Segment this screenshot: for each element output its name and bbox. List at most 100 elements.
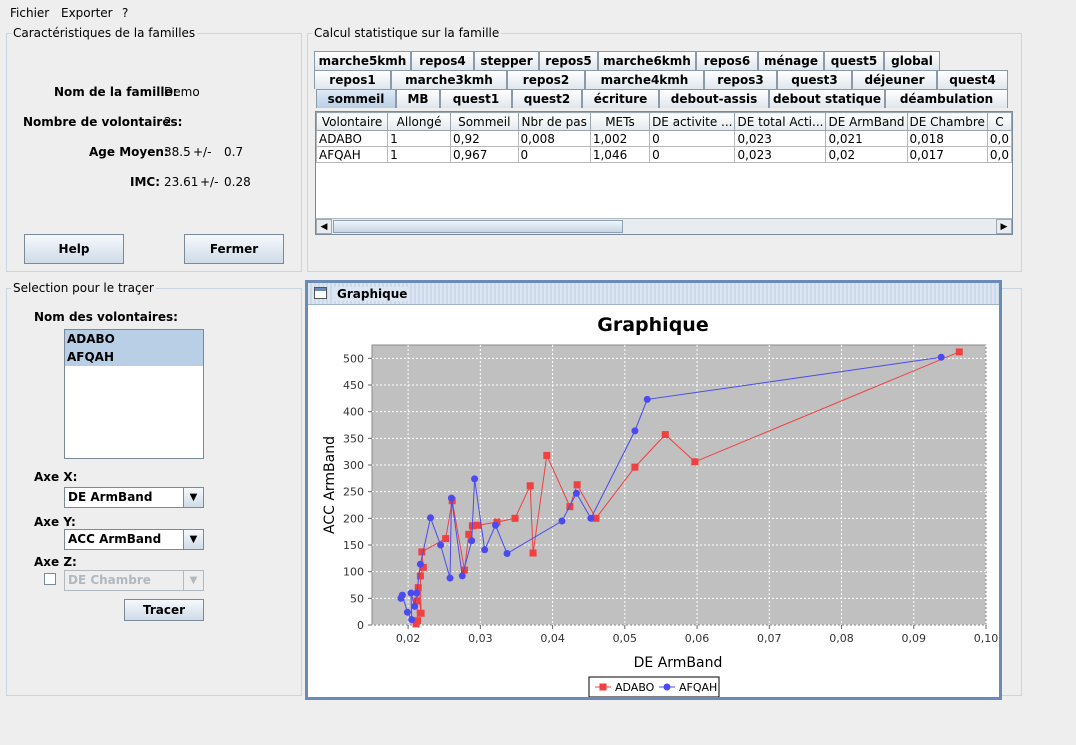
col-header[interactable]: Sommeil xyxy=(450,112,519,131)
table-row[interactable]: AFQAH 1 0,967 0 1,046 0 0,023 0,02 0,017… xyxy=(315,146,1013,163)
table-row[interactable]: ADABO 1 0,92 0,008 1,002 0 0,023 0,021 0… xyxy=(315,130,1013,147)
tab-quest3[interactable]: quest3 xyxy=(777,70,852,89)
list-item[interactable]: AFQAH xyxy=(65,348,203,366)
table-horizontal-scrollbar[interactable]: ◀ ▶ xyxy=(316,218,1012,234)
tab-dejeuner[interactable]: déjeuner xyxy=(852,70,937,89)
tab-menage[interactable]: ménage xyxy=(758,51,824,70)
table-cell[interactable]: AFQAH xyxy=(315,146,389,163)
tab-repos5[interactable]: repos5 xyxy=(539,51,598,70)
plot-area xyxy=(371,344,987,626)
menu-help[interactable]: ? xyxy=(122,6,128,20)
axe-z-select[interactable]: DE Chambre ▼ xyxy=(64,570,204,591)
tab-repos4[interactable]: repos4 xyxy=(411,51,474,70)
tab-repos1[interactable]: repos1 xyxy=(314,70,391,89)
table-cell[interactable]: 0,018 xyxy=(906,130,988,147)
table-cell[interactable]: 0,967 xyxy=(450,146,519,163)
tab-marche4kmh[interactable]: marche4kmh xyxy=(585,70,704,89)
tracer-button[interactable]: Tracer xyxy=(124,599,204,621)
col-header[interactable]: DE activite ... xyxy=(649,112,736,131)
age-sd: 0.7 xyxy=(224,145,244,159)
col-header[interactable]: DE ArmBand xyxy=(825,112,908,131)
table-cell[interactable]: 1,002 xyxy=(589,130,651,147)
tab-mb[interactable]: MB xyxy=(396,89,440,108)
table-cell[interactable]: 1 xyxy=(387,146,452,163)
volontaires-list[interactable]: ADABO AFQAH xyxy=(64,329,204,459)
legend-marker-adabo xyxy=(599,683,607,691)
table-cell[interactable]: 0,008 xyxy=(517,130,591,147)
scroll-right-icon[interactable]: ▶ xyxy=(996,219,1012,234)
stats-table: Volontaire Allongé Sommeil Nbr de pas ME… xyxy=(315,111,1013,235)
tab-quest4[interactable]: quest4 xyxy=(937,70,1008,89)
table-cell[interactable]: ADABO xyxy=(315,130,389,147)
table-cell[interactable]: 0,023 xyxy=(734,130,827,147)
data-point-adabo xyxy=(543,451,551,459)
data-point-afqah xyxy=(437,541,445,549)
tab-repos6[interactable]: repos6 xyxy=(696,51,758,70)
tab-marche3kmh[interactable]: marche3kmh xyxy=(391,70,507,89)
table-cell[interactable]: 0,92 xyxy=(450,130,519,147)
x-tick-label: 0,08 xyxy=(829,632,854,645)
col-header[interactable]: Nbr de pas xyxy=(517,112,591,131)
tab-repos2[interactable]: repos2 xyxy=(507,70,585,89)
table-cell[interactable]: 1,046 xyxy=(589,146,651,163)
chevron-down-icon[interactable]: ▼ xyxy=(183,530,203,549)
table-cell[interactable]: 0,02 xyxy=(825,146,908,163)
legend-marker-afqah xyxy=(663,683,671,691)
data-point-adabo xyxy=(473,521,481,529)
axe-y-select[interactable]: ACC ArmBand ▼ xyxy=(64,529,204,550)
tab-quest2[interactable]: quest2 xyxy=(512,89,582,108)
col-header[interactable]: DE Chambre xyxy=(906,112,988,131)
table-header-row: Volontaire Allongé Sommeil Nbr de pas ME… xyxy=(315,112,1013,131)
col-header[interactable]: DE total Acti... xyxy=(734,112,827,131)
table-cell[interactable]: 0,0 xyxy=(986,146,1013,163)
data-point-adabo xyxy=(955,348,963,356)
graph-window-titlebar[interactable]: Graphique xyxy=(308,283,999,305)
col-header[interactable]: METs xyxy=(589,112,651,131)
menu-fichier[interactable]: Fichier xyxy=(10,6,49,20)
data-point-adabo xyxy=(573,481,581,489)
data-point-afqah xyxy=(446,574,454,582)
table-cell[interactable]: 0,023 xyxy=(734,146,827,163)
table-cell[interactable]: 1 xyxy=(387,130,452,147)
tab-repos3[interactable]: repos3 xyxy=(704,70,777,89)
table-cell[interactable]: 0 xyxy=(649,146,736,163)
help-button[interactable]: Help xyxy=(24,234,124,264)
chevron-down-icon[interactable]: ▼ xyxy=(183,571,203,590)
data-point-adabo xyxy=(442,535,450,543)
tab-marche5kmh[interactable]: marche5kmh xyxy=(314,51,411,70)
chevron-down-icon[interactable]: ▼ xyxy=(183,488,203,507)
axe-x-label: Axe X: xyxy=(34,470,78,484)
y-tick-label: 450 xyxy=(343,379,364,392)
table-cell[interactable]: 0 xyxy=(517,146,591,163)
fermer-button[interactable]: Fermer xyxy=(184,234,284,264)
menu-exporter[interactable]: Exporter xyxy=(61,6,113,20)
col-header[interactable]: C xyxy=(986,112,1013,131)
tab-deambulation[interactable]: déambulation xyxy=(885,89,1008,108)
axe-x-select[interactable]: DE ArmBand ▼ xyxy=(64,487,204,508)
tab-quest5[interactable]: quest5 xyxy=(824,51,884,70)
tab-quest1[interactable]: quest1 xyxy=(440,89,512,108)
tab-debout-statique[interactable]: debout statique xyxy=(769,89,885,108)
table-cell[interactable]: 0,0 xyxy=(986,130,1013,147)
scroll-thumb[interactable] xyxy=(333,220,623,233)
chart: Graphique 0 50 100 150 200 250 300 350 400 450 500… xyxy=(322,314,998,697)
list-item[interactable]: ADABO xyxy=(65,330,203,348)
table-cell[interactable]: 0,017 xyxy=(906,146,988,163)
col-header[interactable]: Volontaire xyxy=(315,112,389,131)
data-point-afqah xyxy=(503,550,511,558)
stats-grid: Volontaire Allongé Sommeil Nbr de pas ME… xyxy=(315,112,1013,163)
scroll-left-icon[interactable]: ◀ xyxy=(316,219,332,234)
age-moyen-value: 38.5 xyxy=(164,145,191,159)
tab-debout-assis[interactable]: debout-assis xyxy=(659,89,769,108)
table-cell[interactable]: 0 xyxy=(649,130,736,147)
tab-ecriture[interactable]: écriture xyxy=(582,89,659,108)
tab-sommeil[interactable]: sommeil xyxy=(316,89,396,108)
tab-marche6kmh[interactable]: marche6kmh xyxy=(598,51,696,70)
col-header[interactable]: Allongé xyxy=(387,112,452,131)
axe-z-checkbox[interactable] xyxy=(44,573,56,585)
tab-stepper[interactable]: stepper xyxy=(474,51,539,70)
data-point-afqah xyxy=(398,591,406,599)
y-tick-label: 300 xyxy=(343,459,364,472)
table-cell[interactable]: 0,021 xyxy=(825,130,908,147)
tab-global[interactable]: global xyxy=(884,51,940,70)
